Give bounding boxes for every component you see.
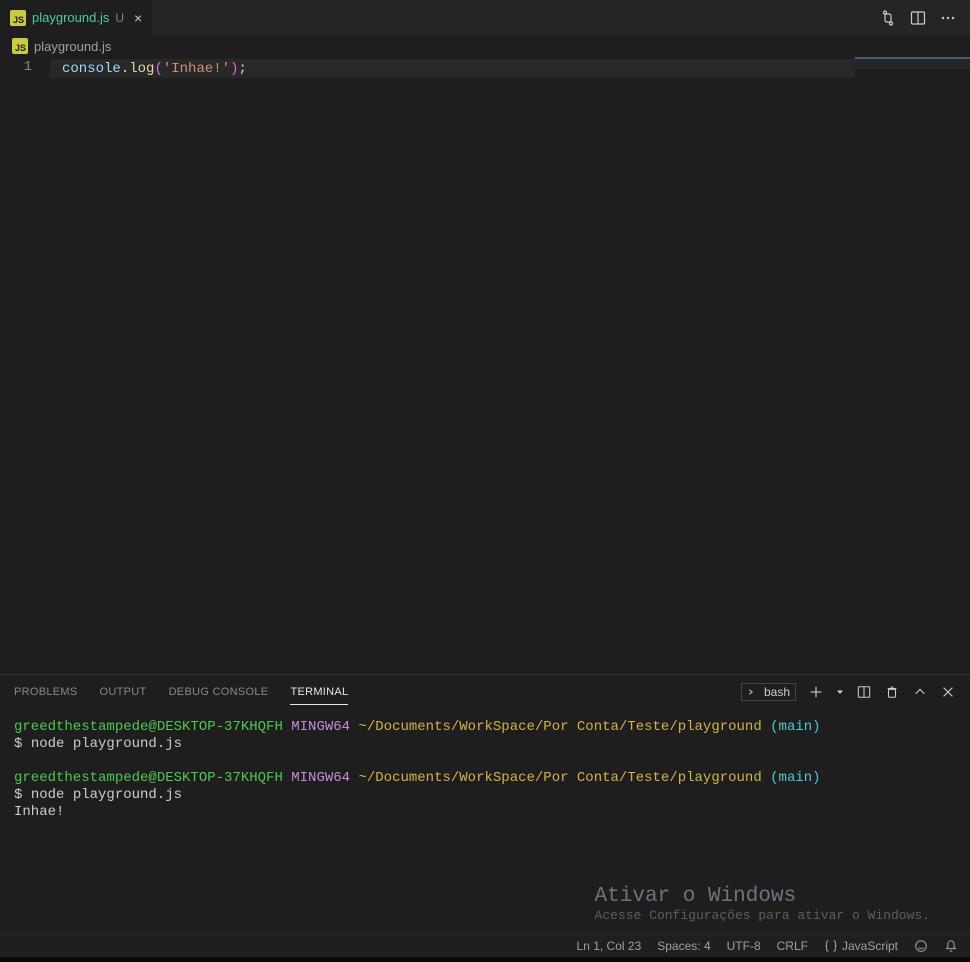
split-terminal-icon[interactable] bbox=[856, 684, 872, 700]
close-panel-icon[interactable] bbox=[940, 684, 956, 700]
terminal-line: greedthestampede@DESKTOP-37KHQFH MINGW64… bbox=[14, 719, 956, 736]
terminal-dropdown-icon[interactable] bbox=[836, 684, 844, 700]
minimap-viewport[interactable] bbox=[855, 57, 970, 69]
terminal-icon bbox=[747, 686, 759, 698]
panel-tab-group: PROBLEMS OUTPUT DEBUG CONSOLE TERMINAL bbox=[14, 680, 348, 705]
maximize-panel-icon[interactable] bbox=[912, 684, 928, 700]
terminal-line: greedthestampede@DESKTOP-37KHQFH MINGW64… bbox=[14, 770, 956, 787]
terminal-line: $ node playground.js bbox=[14, 736, 956, 753]
tab-group: JS playground.js U × bbox=[0, 0, 153, 35]
token-dot: . bbox=[121, 61, 129, 77]
tab-problems[interactable]: PROBLEMS bbox=[14, 680, 78, 705]
token-function: log bbox=[129, 61, 154, 77]
tab-bar: JS playground.js U × bbox=[0, 0, 970, 35]
editor-area[interactable]: 1 console.log('Inhae!'); bbox=[0, 57, 970, 674]
breadcrumb-filename: playground.js bbox=[34, 39, 111, 54]
tab-close-button[interactable]: × bbox=[134, 10, 142, 26]
editor-actions bbox=[880, 0, 970, 35]
status-feedback-icon[interactable] bbox=[914, 939, 928, 953]
tab-modified-indicator: U bbox=[115, 11, 124, 25]
token-semi: ; bbox=[238, 61, 246, 77]
split-editor-icon[interactable] bbox=[910, 10, 926, 26]
line-gutter: 1 bbox=[0, 57, 50, 674]
token-rparen: ) bbox=[230, 61, 238, 77]
status-indentation[interactable]: Spaces: 4 bbox=[657, 939, 710, 953]
status-eol[interactable]: CRLF bbox=[777, 939, 808, 953]
panel-actions: bash bbox=[741, 683, 956, 701]
status-language[interactable]: JavaScript bbox=[824, 939, 898, 953]
status-bar: Ln 1, Col 23 Spaces: 4 UTF-8 CRLF JavaSc… bbox=[0, 934, 970, 957]
terminal-body[interactable]: greedthestampede@DESKTOP-37KHQFH MINGW64… bbox=[0, 709, 970, 934]
token-lparen: ( bbox=[154, 61, 162, 77]
compare-changes-icon[interactable] bbox=[880, 10, 896, 26]
more-actions-icon[interactable] bbox=[940, 10, 956, 26]
panel-tab-bar: PROBLEMS OUTPUT DEBUG CONSOLE TERMINAL b… bbox=[0, 675, 970, 709]
status-cursor-position[interactable]: Ln 1, Col 23 bbox=[577, 939, 642, 953]
code-area[interactable]: console.log('Inhae!'); bbox=[50, 57, 970, 674]
terminal-shell-name: bash bbox=[764, 685, 790, 699]
tab-filename: playground.js bbox=[32, 10, 109, 25]
kill-terminal-icon[interactable] bbox=[884, 684, 900, 700]
editor-tab[interactable]: JS playground.js U × bbox=[0, 0, 153, 35]
terminal-selector[interactable]: bash bbox=[741, 683, 796, 701]
javascript-file-icon: JS bbox=[12, 38, 28, 54]
token-string: 'Inhae!' bbox=[163, 61, 230, 77]
breadcrumb[interactable]: JS playground.js bbox=[0, 35, 970, 57]
terminal-line bbox=[14, 753, 956, 770]
tab-output[interactable]: OUTPUT bbox=[100, 680, 147, 705]
tab-debug-console[interactable]: DEBUG CONSOLE bbox=[169, 680, 269, 705]
watermark-subtitle: Acesse Configurações para ativar o Windo… bbox=[595, 907, 930, 924]
braces-icon bbox=[824, 939, 838, 953]
os-taskbar bbox=[0, 957, 970, 962]
line-number: 1 bbox=[0, 59, 32, 75]
status-notifications-icon[interactable] bbox=[944, 939, 958, 953]
javascript-file-icon: JS bbox=[10, 10, 26, 26]
new-terminal-button[interactable] bbox=[808, 684, 824, 700]
token-object: console bbox=[62, 61, 121, 77]
windows-activation-watermark: Ativar o Windows Acesse Configurações pa… bbox=[595, 888, 930, 924]
terminal-output: Inhae! bbox=[14, 804, 956, 821]
terminal-line: $ node playground.js bbox=[14, 787, 956, 804]
status-encoding[interactable]: UTF-8 bbox=[727, 939, 761, 953]
code-line[interactable]: console.log('Inhae!'); bbox=[50, 59, 970, 78]
watermark-title: Ativar o Windows bbox=[595, 888, 930, 905]
minimap[interactable] bbox=[855, 57, 970, 674]
bottom-panel: PROBLEMS OUTPUT DEBUG CONSOLE TERMINAL b… bbox=[0, 674, 970, 934]
tab-terminal[interactable]: TERMINAL bbox=[290, 680, 348, 705]
